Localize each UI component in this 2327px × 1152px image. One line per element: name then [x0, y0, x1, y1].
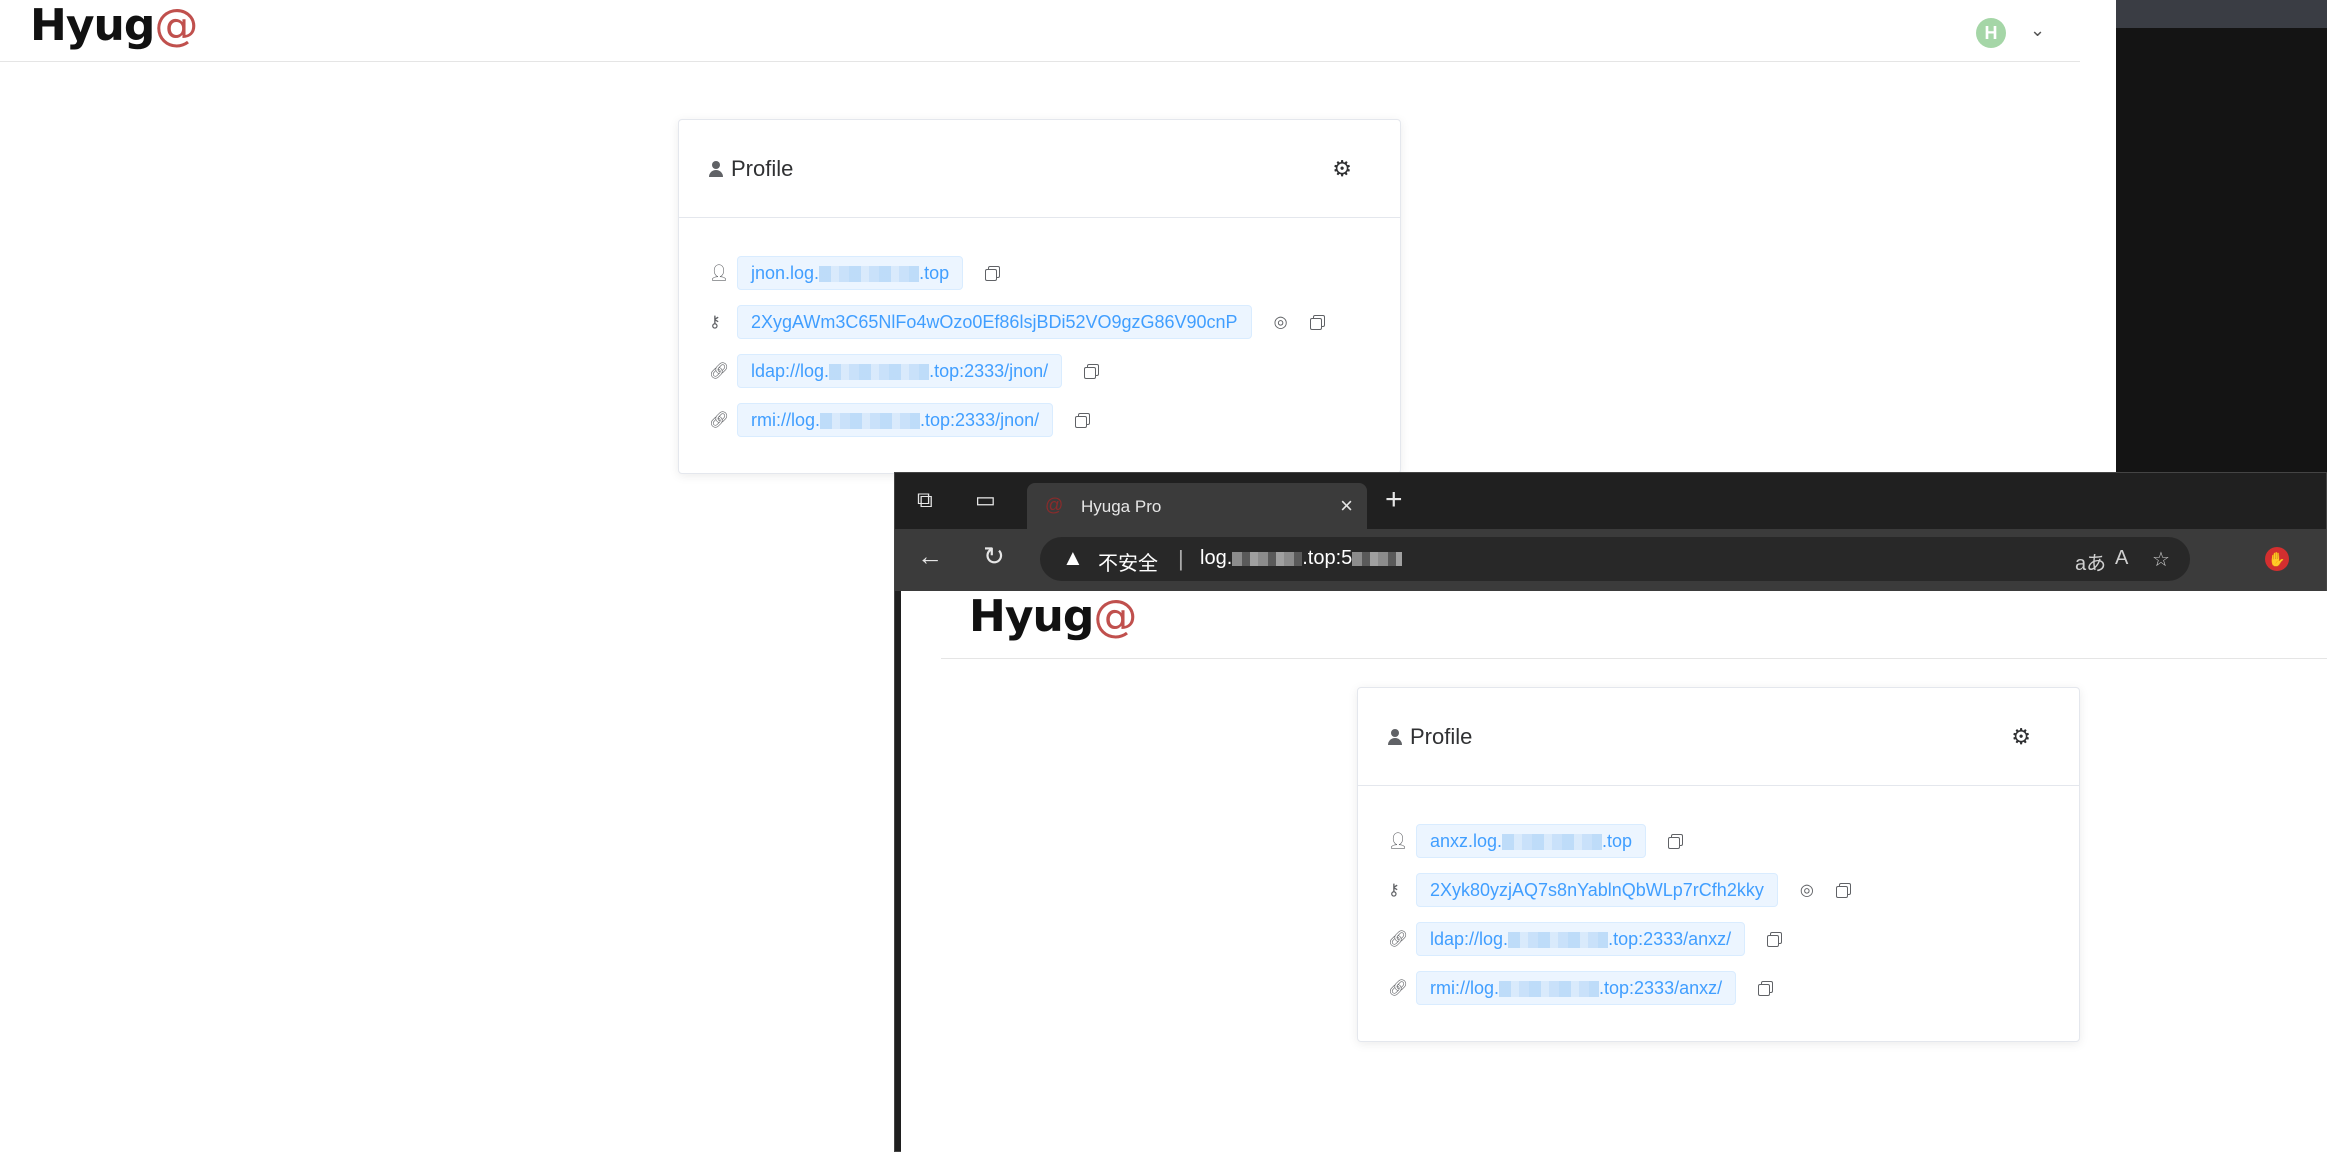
copy-icon[interactable]	[1835, 882, 1851, 898]
gear-icon[interactable]: ⚙	[2011, 724, 2031, 750]
link-icon: 🔗︎	[709, 362, 730, 380]
ldap-row: 🔗︎ ldap://log. .top:2333/anxz/	[1388, 914, 2049, 963]
copy-icon[interactable]	[1767, 931, 1783, 947]
copy-icon[interactable]	[1668, 833, 1684, 849]
dns-domain-tag[interactable]: jnon.log. .top	[737, 255, 964, 290]
user-icon: 👤︎	[1388, 832, 1409, 850]
rmi-url-tag[interactable]: rmi://log. .top:2333/jnon/	[737, 402, 1054, 437]
link-icon: 🔗︎	[1388, 930, 1409, 948]
background-window-bar	[2116, 0, 2327, 28]
ldap-row: 🔗︎ ldap://log. .top:2333/jnon/	[709, 346, 1370, 395]
redacted-blur	[819, 265, 920, 282]
copy-icon[interactable]	[1758, 980, 1774, 996]
browser-viewport: Hyug@ Profile ⚙ 👤︎ anxz.log. .top ⚷ 2Xyk8…	[901, 591, 2327, 1152]
tab-bar: ⧉ ▭ @ Hyuga Pro × +	[895, 473, 2326, 529]
new-tab-icon[interactable]: +	[1385, 483, 1403, 517]
eye-off-icon[interactable]: ◎	[1800, 880, 1814, 900]
site-header: Hyug@	[941, 591, 2327, 659]
hyuga-logo[interactable]: Hyug@	[30, 0, 198, 51]
translate-icon[interactable]: aあ	[2075, 547, 2106, 576]
read-aloud-icon[interactable]: A	[2115, 547, 2128, 570]
token-row: ⚷ 2Xyk80yzjAQ7s8nYablnQbWLp7rCfh2kky ◎	[1388, 865, 2049, 914]
warning-icon[interactable]: ▲	[1062, 545, 1084, 571]
profile-card: Profile ⚙ 👤︎ anxz.log. .top ⚷ 2Xyk80yzjAQ…	[1357, 687, 2080, 1042]
redacted-blur	[1502, 833, 1603, 850]
token-tag[interactable]: 2XygAWm3C65NlFo4wOzo0Ef86lsjBDi52VO9gzG8…	[737, 304, 1252, 339]
rmi-row: 🔗︎ rmi://log. .top:2333/jnon/	[709, 395, 1370, 444]
copy-icon[interactable]	[1084, 363, 1100, 379]
eye-off-icon[interactable]: ◎	[1274, 312, 1288, 332]
redacted-blur	[1352, 551, 1403, 566]
chevron-down-icon[interactable]: ⌄	[2030, 20, 2045, 41]
redacted-blur	[829, 363, 930, 380]
key-icon: ⚷	[1388, 881, 1400, 899]
profile-card-header: Profile ⚙	[679, 120, 1400, 218]
tab-hyuga-pro[interactable]: @ Hyuga Pro ×	[1027, 483, 1367, 529]
card-title: Profile	[1388, 724, 1472, 750]
redacted-blur	[820, 412, 921, 429]
ldap-url-tag[interactable]: ldap://log. .top:2333/jnon/	[737, 353, 1063, 388]
rmi-url-tag[interactable]: rmi://log. .top:2333/anxz/	[1416, 970, 1737, 1005]
avatar[interactable]: H	[1976, 18, 2006, 48]
url-text[interactable]: log. .top:5	[1200, 547, 1403, 570]
profile-card: Profile ⚙ 👤︎ jnon.log. .top ⚷ 2XygAWm3C65…	[678, 119, 1401, 474]
user-solid-icon	[709, 161, 723, 177]
star-icon[interactable]: ☆	[2152, 547, 2170, 572]
card-title: Profile	[709, 156, 793, 182]
profile-card-body: 👤︎ jnon.log. .top ⚷ 2XygAWm3C65NlFo4wOzo0…	[679, 218, 1400, 474]
link-icon: 🔗︎	[1388, 979, 1409, 997]
extension-icon[interactable]: ✋	[2265, 547, 2289, 571]
copy-icon[interactable]	[1075, 412, 1091, 428]
dns-domain-tag[interactable]: anxz.log. .top	[1416, 823, 1647, 858]
back-arrow-icon[interactable]: ←	[917, 541, 943, 572]
browser-toolbar: ← ↻ ▲ 不安全 | log. .top:5 aあ A ☆ ✋	[895, 529, 2326, 591]
close-icon[interactable]: ×	[1340, 493, 1353, 519]
tab-actions-icon[interactable]: ▭	[975, 487, 996, 513]
site-header: Hyug@ H ⌄	[0, 0, 2080, 62]
dns-row: 👤︎ anxz.log. .top	[1388, 816, 2049, 865]
copy-icon[interactable]	[1309, 314, 1325, 330]
token-tag[interactable]: 2Xyk80yzjAQ7s8nYablnQbWLp7rCfh2kky	[1416, 872, 1778, 907]
redacted-blur	[1508, 931, 1609, 948]
user-icon: 👤︎	[709, 264, 730, 282]
hyuga-logo[interactable]: Hyug@	[969, 591, 1137, 642]
redacted-blur	[1232, 551, 1303, 566]
gear-icon[interactable]: ⚙	[1332, 156, 1352, 182]
copy-icon[interactable]	[985, 265, 1001, 281]
token-row: ⚷ 2XygAWm3C65NlFo4wOzo0Ef86lsjBDi52VO9gz…	[709, 297, 1370, 346]
key-icon: ⚷	[709, 313, 721, 331]
favicon-icon: @	[1045, 495, 1064, 515]
link-icon: 🔗︎	[709, 411, 730, 429]
background-desktop	[2116, 0, 2327, 472]
user-solid-icon	[1388, 729, 1402, 745]
rmi-row: 🔗︎ rmi://log. .top:2333/anxz/	[1388, 963, 2049, 1012]
workspaces-icon[interactable]: ⧉	[917, 487, 933, 513]
profile-card-header: Profile ⚙	[1358, 688, 2079, 786]
ldap-url-tag[interactable]: ldap://log. .top:2333/anxz/	[1416, 921, 1746, 956]
redacted-blur	[1499, 980, 1600, 997]
refresh-icon[interactable]: ↻	[983, 541, 1005, 572]
address-bar[interactable]: ▲ 不安全 | log. .top:5 aあ A ☆	[1040, 537, 2190, 581]
browser-window: ⧉ ▭ @ Hyuga Pro × + ← ↻ ▲ 不安全 | log. .top…	[894, 472, 2327, 1152]
dns-row: 👤︎ jnon.log. .top	[709, 248, 1370, 297]
profile-card-body: 👤︎ anxz.log. .top ⚷ 2Xyk80yzjAQ7s8nYablnQ…	[1358, 786, 2079, 1042]
